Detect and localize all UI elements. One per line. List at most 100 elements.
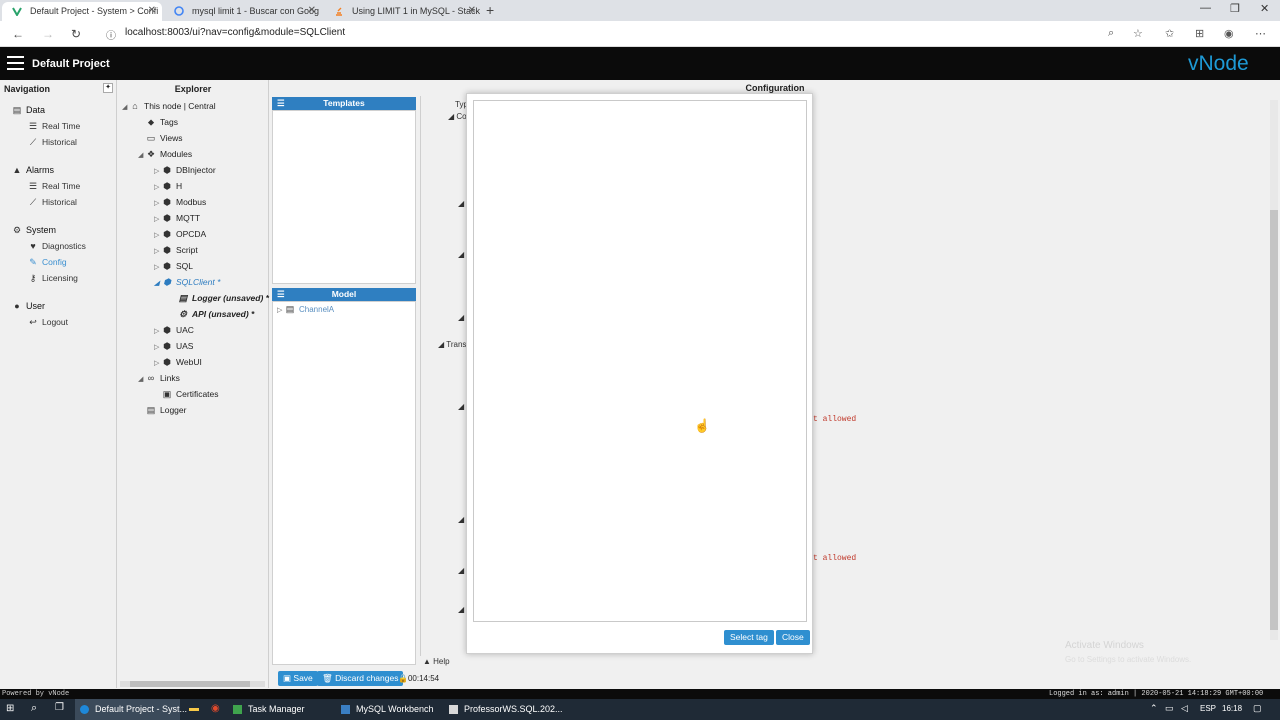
nav-item-logout[interactable]: ↩ Logout xyxy=(28,317,68,328)
discard-changes-button[interactable]: 🗑 Discard changes xyxy=(317,671,404,686)
close-window-icon[interactable]: ✕ xyxy=(1260,2,1269,15)
trash-icon: 🗑 xyxy=(322,673,336,683)
close-button[interactable]: Close xyxy=(776,630,810,645)
certificate-icon: ▣ xyxy=(162,389,172,399)
nav-item-data-realtime[interactable]: ☰ Real Time xyxy=(28,121,80,132)
tree-node-logger[interactable]: ▤ Logger xyxy=(146,405,187,416)
tree-node-views[interactable]: ▭ Views xyxy=(146,133,183,144)
tag-browser-area[interactable] xyxy=(473,100,807,622)
restore-icon[interactable]: ❐ xyxy=(1230,2,1240,15)
forward-icon[interactable]: → xyxy=(42,27,54,41)
collapse-arrow-icon[interactable]: ◢ xyxy=(458,402,464,411)
language-indicator[interactable]: ESP xyxy=(1200,704,1216,713)
tag-icon: ⬥ xyxy=(147,117,155,127)
pin-icon[interactable]: ✦ xyxy=(103,83,113,93)
collapse-arrow-icon[interactable]: ◢ xyxy=(458,313,464,322)
tree-node-module[interactable]: ▷ ⬢ SQL xyxy=(154,261,193,272)
tree-node-module[interactable]: ▷ ⬢ DBInjector xyxy=(154,165,216,176)
reload-icon[interactable]: ↻ xyxy=(71,27,81,41)
templates-header: ☰ Templates xyxy=(272,97,416,110)
url-field[interactable]: localhost:8003/ui?nav=config&module=SQLC… xyxy=(125,27,345,38)
cube-icon: ⬢ xyxy=(163,197,171,207)
hand-cursor-icon: ☝ xyxy=(694,418,711,433)
menu-icon[interactable]: ☰ xyxy=(277,97,285,110)
tree-node-logger-unsaved[interactable]: ▤ Logger (unsaved) * xyxy=(178,293,269,304)
minimize-icon[interactable]: — xyxy=(1200,2,1211,14)
volume-icon[interactable]: ◁ xyxy=(1181,703,1188,714)
more-icon[interactable]: ⋯ xyxy=(1255,27,1266,40)
tree-node-certificates[interactable]: ▣ Certificates xyxy=(162,389,219,400)
save-button[interactable]: ▣ Save xyxy=(278,671,318,686)
help-toggle[interactable]: ▲ Help xyxy=(423,657,450,666)
favorites-icon[interactable]: ✩ xyxy=(1165,27,1174,40)
hamburger-menu-icon[interactable] xyxy=(7,56,24,70)
tree-node-modules[interactable]: ◢ ❖ Modules xyxy=(138,149,192,160)
close-tab-icon[interactable]: ✕ xyxy=(468,2,476,20)
taskbar-app-browser[interactable]: Default Project - Syst... xyxy=(75,699,187,720)
explorer-horizontal-scrollbar[interactable] xyxy=(120,681,265,687)
info-icon[interactable]: ⓘ xyxy=(106,27,116,42)
windows-start-icon[interactable]: ⊞ xyxy=(6,703,14,714)
collapse-arrow-icon[interactable]: ◢ xyxy=(458,199,464,208)
vnode-logo: vNode xyxy=(1188,52,1249,75)
nav-item-alarms-historical[interactable]: ⟋ Historical xyxy=(28,197,77,208)
profile-icon[interactable]: ◉ xyxy=(1224,27,1234,40)
star-icon[interactable]: ☆ xyxy=(1133,27,1143,40)
tree-node-module[interactable]: ▷ ⬢ H xyxy=(154,181,182,192)
vnode-favicon-icon xyxy=(12,7,22,16)
taskbar-app-task-manager[interactable]: Task Manager xyxy=(228,699,328,720)
network-icon[interactable]: ▭ xyxy=(1165,703,1174,714)
browser-tab[interactable]: mysql limit 1 - Buscar con Goog ✕ xyxy=(164,2,322,21)
taskbar-clock[interactable]: 16:18 xyxy=(1222,704,1242,713)
browser-tab-active[interactable]: Default Project - System > Confi ✕ xyxy=(2,2,162,21)
close-tab-icon[interactable]: ✕ xyxy=(148,2,156,20)
task-manager-icon xyxy=(233,705,242,714)
tree-node-module[interactable]: ▷ ⬢ UAS xyxy=(154,341,193,352)
new-tab-icon[interactable]: + xyxy=(486,2,494,18)
collapse-arrow-icon[interactable]: ◢ xyxy=(458,250,464,259)
nav-item-data-historical[interactable]: ⟋ Historical xyxy=(28,137,77,148)
collapse-arrow-icon[interactable]: ◢ xyxy=(458,605,464,614)
tree-node-api-unsaved[interactable]: ⚙ API (unsaved) * xyxy=(178,309,254,320)
chrome-icon[interactable]: ◉ xyxy=(211,703,220,714)
task-view-icon[interactable]: ❐ xyxy=(55,702,64,713)
tree-node-module[interactable]: ▷ ⬢ Script xyxy=(154,245,198,256)
taskbar-app-sql-file[interactable]: ProfessorWS.SQL.202... xyxy=(444,699,563,720)
tree-node-this-node[interactable]: ◢ ⌂ This node | Central xyxy=(122,101,216,111)
templates-list[interactable] xyxy=(272,110,416,284)
cube-icon: ⬢ xyxy=(163,277,171,287)
book-icon: ▤ xyxy=(146,405,156,415)
file-explorer-icon[interactable]: ▬ xyxy=(189,703,199,714)
nav-item-licensing[interactable]: ⚷ Licensing xyxy=(28,273,78,284)
tree-node-sqlclient[interactable]: ◢ ⬢ SQLClient * xyxy=(154,277,220,288)
menu-icon[interactable]: ☰ xyxy=(277,288,285,301)
taskbar-app-mysql-workbench[interactable]: MySQL Workbench xyxy=(336,699,440,720)
nav-item-diagnostics[interactable]: ♥ Diagnostics xyxy=(28,241,86,251)
tree-node-module[interactable]: ▷ ⬢ MQTT xyxy=(154,213,200,224)
back-icon[interactable]: ← xyxy=(12,27,24,41)
tree-node-module[interactable]: ▷ ⬢ OPCDA xyxy=(154,229,206,240)
collapse-arrow-icon[interactable]: ◢ xyxy=(458,566,464,575)
nav-group-user: ● User xyxy=(12,301,45,311)
zoom-icon[interactable]: ⌕ xyxy=(1108,27,1114,40)
alarm-icon: ▲ xyxy=(12,165,22,175)
collections-icon[interactable]: ⊞ xyxy=(1195,27,1204,40)
notifications-icon[interactable]: ▢ xyxy=(1253,703,1262,714)
search-icon[interactable]: ⌕ xyxy=(31,702,37,715)
session-timer: 🔒00:14:54 xyxy=(398,674,440,683)
configuration-vertical-scrollbar[interactable] xyxy=(1270,100,1278,640)
nav-item-alarms-realtime[interactable]: ☰ Real Time xyxy=(28,181,80,192)
tree-node-module[interactable]: ▷ ⬢ Modbus xyxy=(154,197,206,208)
tree-node-links[interactable]: ◢ ∞ Links xyxy=(138,373,180,383)
tree-node-module[interactable]: ▷ ⬢ WebUI xyxy=(154,357,202,368)
tree-node-tags[interactable]: ⬥ Tags xyxy=(146,117,178,128)
tab-title: Using LIMIT 1 in MySQL - Stack xyxy=(352,6,481,16)
select-tag-button[interactable]: Select tag xyxy=(724,630,774,645)
model-item-channela[interactable]: ▷ ▤ ChannelA xyxy=(277,304,334,315)
tray-chevron-icon[interactable]: ⌃ xyxy=(1150,703,1158,714)
collapse-arrow-icon[interactable]: ◢ xyxy=(458,515,464,524)
nav-item-config[interactable]: ✎ Config xyxy=(28,257,66,268)
close-tab-icon[interactable]: ✕ xyxy=(308,2,316,20)
tree-node-module[interactable]: ▷ ⬢ UAC xyxy=(154,325,194,336)
browser-tab[interactable]: Using LIMIT 1 in MySQL - Stack ✕ xyxy=(324,2,482,21)
